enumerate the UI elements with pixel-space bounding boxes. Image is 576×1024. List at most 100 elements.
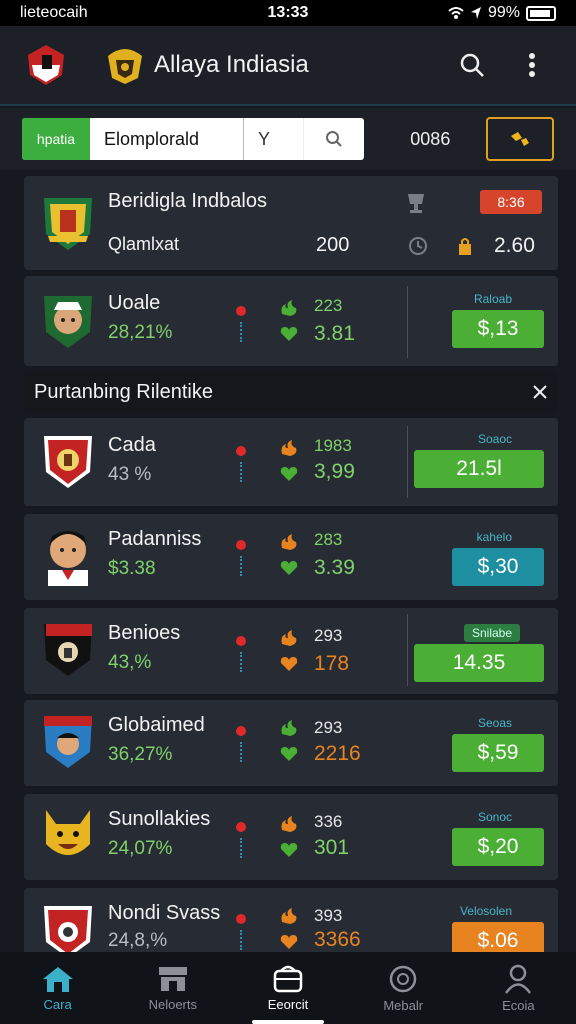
team-avatar-icon: [48, 531, 88, 586]
side-label: Soaoc: [477, 432, 512, 446]
filter-select[interactable]: Y: [244, 118, 304, 160]
team-name: Globaimed: [108, 714, 205, 736]
odd-top: 283: [314, 530, 343, 549]
nav-label: Ecoia: [502, 997, 535, 1013]
battery-icon: [526, 5, 556, 21]
team-name: Nondi Svass: [108, 902, 221, 924]
filter-box: hpatia Y: [22, 118, 365, 160]
search-icon[interactable]: [450, 43, 494, 87]
live-dot: [236, 822, 246, 832]
status-carrier: lieteocaih: [20, 4, 88, 21]
heart-icon: [280, 935, 298, 949]
filter-toggle-button[interactable]: [486, 117, 554, 161]
heart-icon: [280, 561, 298, 575]
heart-icon: [280, 747, 298, 761]
nav-profile[interactable]: Ecoia: [461, 952, 576, 1024]
more-vertical-icon[interactable]: [510, 43, 554, 87]
status-bar: lieteocaih 13:33 99%: [0, 0, 576, 26]
match-card[interactable]: Padanniss $3.38 283 3.39 kahelo $,30: [24, 514, 558, 600]
heart-icon: [280, 467, 298, 481]
team-percent: 43 %: [108, 464, 152, 485]
team-percent: $3.38: [108, 558, 156, 579]
nav-globe[interactable]: Mebalr: [346, 952, 461, 1024]
live-dot: [236, 726, 246, 736]
divider-dots: [240, 742, 242, 762]
divider-dots: [240, 462, 242, 482]
flag-shield-icon[interactable]: [22, 41, 70, 89]
live-dot: [236, 636, 246, 646]
price-button[interactable]: 21.5l: [414, 450, 544, 488]
nav-store[interactable]: Neloerts: [115, 952, 230, 1024]
side-label: kahelo: [476, 530, 512, 544]
nav-home[interactable]: Cara: [0, 952, 115, 1024]
team-name: Uoale: [108, 292, 161, 314]
lock-icon: [459, 238, 471, 255]
price-button[interactable]: $,30: [452, 548, 544, 586]
flame-icon: [281, 720, 297, 736]
flame-icon: [281, 908, 297, 924]
filter-tag-button[interactable]: hpatia: [22, 118, 90, 160]
odd-bottom: 301: [314, 836, 350, 859]
price-button[interactable]: 14.35: [414, 644, 544, 682]
side-label: Seoas: [477, 716, 512, 730]
card-divider: [407, 286, 408, 358]
featured-name: Beridigla Indbalos: [108, 190, 267, 212]
profile-icon: [505, 964, 532, 994]
team-percent: 43,%: [108, 652, 152, 673]
divider-dots: [240, 652, 242, 672]
odd-top: 293: [314, 626, 343, 645]
team-name: Sunollakies: [108, 808, 211, 830]
odd-bottom: 2216: [314, 742, 361, 765]
section-title: Purtanbing Rilentike: [34, 380, 213, 403]
match-card[interactable]: Benioes 43,% 293 178 Snilabe 14.35: [24, 608, 558, 694]
cat-mascot-icon: [46, 810, 90, 855]
garuda-logo-icon: [108, 49, 142, 84]
heart-icon: [280, 327, 298, 341]
odd-bottom: 3366: [314, 928, 361, 951]
price-button[interactable]: $,13: [452, 310, 544, 348]
odd-bottom: 178: [314, 652, 350, 675]
flame-icon: [281, 534, 297, 550]
section-header: Purtanbing Rilentike: [24, 372, 558, 412]
close-icon[interactable]: [532, 384, 548, 400]
team-crest-icon: [44, 624, 92, 676]
divider-dots: [240, 838, 242, 858]
match-card[interactable]: Nondi Svass 24,8,% 393 3366 Velosolen $.…: [24, 888, 558, 960]
match-card[interactable]: Sunollakies 24,07% 336 301 Sonoc $,20: [24, 794, 558, 880]
top-match-card[interactable]: Uoale 28,21% 223 3.81 Raloab $,13: [24, 276, 558, 366]
featured-price: 2.60: [494, 234, 535, 257]
app-header: Allaya Indiasia: [0, 26, 576, 106]
globe-icon: [389, 965, 417, 992]
filter-input[interactable]: [90, 118, 244, 160]
team-percent: 28,21%: [108, 322, 173, 343]
price-button[interactable]: $,20: [452, 828, 544, 866]
match-card[interactable]: Globaimed 36,27% 293 2216 Seoas $,59: [24, 700, 558, 786]
odd-top: 293: [314, 718, 343, 737]
team-crest-icon: [44, 436, 92, 488]
team-percent: 36,27%: [108, 744, 173, 765]
app-title: Allaya Indiasia: [154, 51, 309, 78]
match-card[interactable]: Cada 43 % 1983 3,99 Soaoc 21.5l: [24, 418, 558, 506]
cup-icon: [408, 194, 424, 213]
live-dot: [236, 306, 246, 316]
filter-icon: [511, 132, 530, 146]
team-percent: 24,07%: [108, 838, 173, 859]
odd-bottom: 3.39: [314, 556, 355, 579]
team-name: Benioes: [108, 622, 181, 644]
side-label: Sonoc: [477, 810, 512, 824]
flame-icon: [281, 300, 297, 316]
divider-dots: [240, 556, 242, 576]
divider-dots: [240, 322, 242, 342]
featured-badge: 8:36: [480, 190, 542, 214]
team-name: Cada: [108, 434, 156, 456]
side-label: Snilabe: [463, 624, 520, 642]
flame-icon: [281, 816, 297, 832]
featured-card[interactable]: Beridigla Indbalos Qlamlxat 200 8:36 2.6…: [24, 176, 558, 270]
featured-value: 200: [316, 234, 350, 256]
wallet-icon: [273, 965, 303, 992]
filter-search-icon[interactable]: [304, 118, 364, 160]
nav-wallet[interactable]: Eeorcit: [230, 952, 345, 1024]
odd-bottom: 3.81: [314, 322, 355, 345]
price-button[interactable]: $,59: [452, 734, 544, 772]
nav-label: Mebalr: [383, 997, 424, 1013]
